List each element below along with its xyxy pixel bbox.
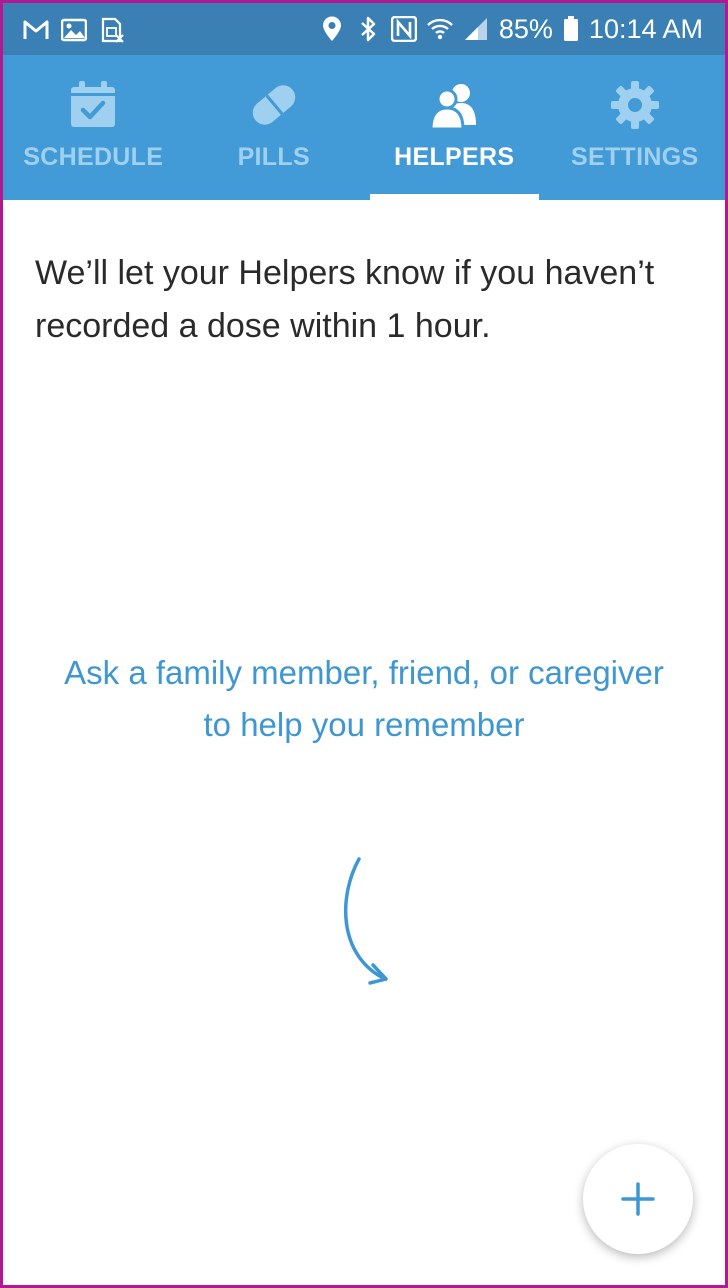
tab-helpers[interactable]: HELPERS (364, 55, 545, 200)
wifi-icon (427, 18, 453, 40)
system-indicators: 85% 10:14 AM (319, 13, 703, 45)
helpers-intro-text: We’ll let your Helpers know if you haven… (35, 254, 655, 345)
tab-helpers-label: HELPERS (394, 143, 515, 171)
tab-schedule[interactable]: SCHEDULE (3, 55, 184, 200)
notification-icons (23, 17, 125, 43)
tab-indicator (370, 194, 539, 200)
gallery-icon (61, 18, 87, 42)
battery-percent: 85% (498, 14, 553, 44)
tab-pills-label: PILLS (237, 143, 310, 171)
tab-schedule-label: SCHEDULE (23, 143, 164, 171)
people-icon (429, 84, 477, 131)
nfc-icon (390, 16, 417, 42)
gmail-icon (23, 20, 49, 39)
location-icon (322, 16, 341, 41)
curved-arrow-icon (343, 857, 388, 985)
pill-icon (252, 85, 295, 125)
status-bar: 85% 10:14 AM (3, 3, 725, 55)
add-helper-prompt: Ask a family member, friend, or caregive… (64, 654, 664, 743)
battery-icon (563, 16, 578, 41)
tab-pills[interactable]: PILLS (184, 55, 365, 200)
clock: 10:14 AM (588, 14, 703, 44)
signal-icon (464, 18, 487, 40)
tab-settings-label: SETTINGS (571, 143, 699, 171)
plus-icon (621, 1182, 655, 1216)
tab-bar: SCHEDULE PILLS HELPERS SETTINGS (3, 55, 725, 200)
gear-icon (610, 81, 659, 129)
add-helper-button[interactable] (583, 1144, 693, 1254)
tab-settings[interactable]: SETTINGS (545, 55, 726, 200)
calendar-check-icon (71, 81, 116, 127)
bluetooth-icon (361, 16, 376, 42)
app-frame: 85% 10:14 AM SCHEDULE PILLS HELPERS SETT… (0, 0, 728, 1288)
sim-icon (101, 17, 124, 43)
